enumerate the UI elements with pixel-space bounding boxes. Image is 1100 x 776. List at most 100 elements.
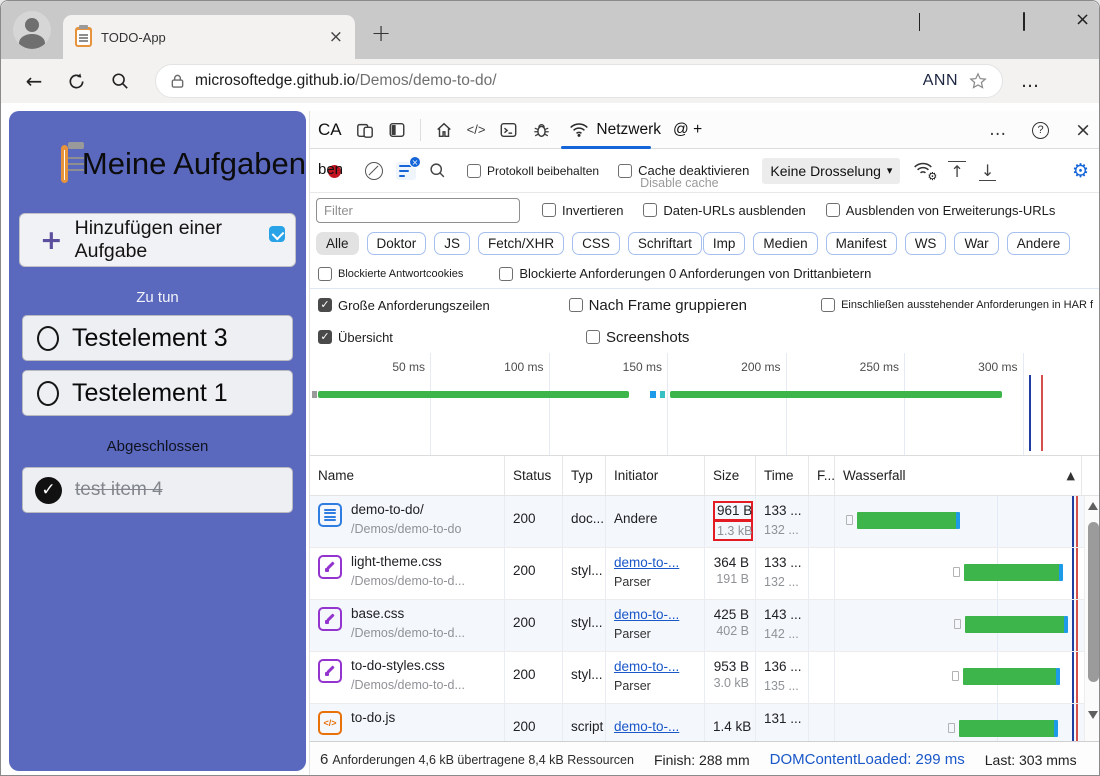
devtools-more-menu-icon[interactable]: … [989,120,1006,140]
column-header-f[interactable]: F... [809,456,835,495]
filter-input[interactable] [316,198,520,223]
blocked-checkbox[interactable]: Blockierte Anforderungen 0 Anforderungen… [499,266,871,281]
column-header-typ[interactable]: Typ [563,456,606,495]
filter-chip-alle[interactable]: Alle [316,232,359,255]
network-option-checkbox[interactable]: Nach Frame gruppieren [569,297,813,314]
filter-chip-manifest[interactable]: Manifest [826,232,897,255]
sort-arrow-icon[interactable]: ▲ [1067,469,1075,482]
request-row[interactable]: base.css/Demos/demo-to-d...200styl...dem… [310,600,1100,652]
browser-tab[interactable]: TODO-App × [63,15,355,59]
filter-option-checkbox[interactable]: Invertieren [542,203,623,218]
done-list-item[interactable]: ✓test item 4 [22,467,293,513]
maximize-button[interactable] [1023,12,1025,31]
scroll-up-icon[interactable] [1088,502,1098,510]
request-name[interactable]: light-theme.css [351,554,465,569]
disable-cache-checkbox[interactable]: Cache deaktivieren Disable cache [618,163,749,178]
table-scrollbar[interactable] [1084,496,1100,741]
waterfall-bar[interactable] [959,720,1055,737]
waterfall-bar[interactable] [963,668,1057,685]
browser-menu-button[interactable]: … [1021,71,1040,92]
clear-icon[interactable] [365,162,383,180]
todo-circle-icon[interactable] [37,381,59,406]
filter-chip-ws[interactable]: WS [905,232,947,255]
network-conditions-icon[interactable]: ⚙ [913,162,935,180]
more-tabs-glitch[interactable]: @ + [673,121,702,139]
device-emulation-icon[interactable] [356,121,374,139]
help-icon[interactable]: ? [1032,122,1049,139]
filter-option-checkbox[interactable]: Ausblenden von Erweiterungs-URLs [826,203,1056,218]
filter-toggle-icon[interactable]: × [396,162,416,180]
url-bar[interactable]: microsoftedge.github.io/Demos/demo-to-do… [155,64,1003,98]
record-button[interactable]: ben [318,161,352,181]
new-tab-button[interactable]: + [371,19,391,47]
console-icon[interactable] [499,121,518,139]
initiator-link[interactable]: demo-to-... [614,555,698,570]
todo-list-item[interactable]: Testelement 1 [22,370,293,416]
favorite-star-icon[interactable] [968,71,988,91]
filter-chip-andere[interactable]: Andere [1007,232,1071,255]
blocked-checkbox[interactable]: Blockierte Antwortcookies [318,267,463,281]
profile-avatar[interactable] [13,11,51,49]
waterfall-bar[interactable] [965,616,1065,633]
waterfall-bar[interactable] [964,564,1060,581]
initiator-link[interactable]: demo-to-... [614,719,698,734]
network-search-icon[interactable] [429,162,446,179]
column-header-time[interactable]: Time [756,456,809,495]
network-settings-gear-icon[interactable]: ⚙ [1072,160,1089,182]
request-name[interactable]: to-do-styles.css [351,658,465,673]
request-row[interactable]: demo-to-do//Demos/demo-to-do200doc...And… [310,496,1100,548]
filter-chip-doktor[interactable]: Doktor [367,232,427,255]
filter-chip-schriftart[interactable]: Schriftart [628,232,702,255]
request-name[interactable]: to-do.js [351,710,395,725]
scrollbar-thumb[interactable] [1088,522,1099,682]
request-row[interactable]: </>to-do.js200scriptdemo-to-...1.4 kB131… [310,704,1100,741]
filter-chip-war[interactable]: War [954,232,998,255]
column-header-name[interactable]: Name [310,456,505,495]
filter-chip-medien[interactable]: Medien [753,232,817,255]
window-close-button[interactable]: × [1075,13,1089,27]
checkmark-icon[interactable]: ✓ [35,477,62,504]
column-header-status[interactable]: Status [505,456,563,495]
dock-side-icon[interactable] [388,121,406,139]
har-export-button[interactable]: ↓ [979,161,996,181]
profile-name[interactable]: ANN [923,72,958,90]
back-button[interactable]: ← [23,69,45,93]
inspect-tool-glitch[interactable]: CA [318,120,342,140]
network-option-checkbox[interactable]: ✓Übersicht [318,330,578,345]
request-name[interactable]: demo-to-do/ [351,502,461,517]
column-header-size[interactable]: Size [705,456,756,495]
preserve-log-checkbox[interactable]: Protokoll beibehalten [467,164,599,178]
filter-chip-imp[interactable]: Imp [703,232,746,255]
request-row[interactable]: to-do-styles.css/Demos/demo-to-d...200st… [310,652,1100,704]
todo-circle-icon[interactable] [37,326,59,351]
filter-option-checkbox[interactable]: Daten-URLs ausblenden [643,203,805,218]
initiator-link[interactable]: demo-to-... [614,659,698,674]
network-option-checkbox[interactable]: Screenshots [586,329,848,346]
scroll-down-icon[interactable] [1088,711,1098,719]
har-import-button[interactable]: ↑ [948,161,965,181]
add-task-button[interactable]: + Hinzufügen einer Aufgabe [19,213,296,267]
search-button[interactable] [111,72,133,90]
network-option-checkbox[interactable]: ✓Große Anforderungszeilen [318,298,561,313]
devtools-close-icon[interactable]: × [1075,119,1091,141]
tab-search-chevron-icon[interactable] [919,13,920,31]
filter-chip-css[interactable]: CSS [572,232,620,255]
elements-code-icon[interactable]: </> [467,122,486,137]
debugger-bug-icon[interactable] [532,121,551,139]
request-name[interactable]: base.css [351,606,465,621]
initiator-link[interactable]: demo-to-... [614,607,698,622]
todo-list-item[interactable]: Testelement 3 [22,315,293,361]
refresh-button[interactable] [67,72,89,91]
throttling-select[interactable]: Keine Drosselung ▾ [762,158,900,184]
filter-chip-fetch-xhr[interactable]: Fetch/XHR [478,232,564,255]
network-overview-timeline[interactable]: 50 ms100 ms150 ms200 ms250 ms300 ms [310,353,1100,456]
waterfall-bar[interactable] [857,512,957,529]
tab-close-icon[interactable]: × [329,27,343,47]
filter-chip-js[interactable]: JS [434,232,470,255]
request-row[interactable]: light-theme.css/Demos/demo-to-d...200sty… [310,548,1100,600]
network-option-checkbox[interactable]: Einschließen ausstehender Anforderungen … [821,298,1093,312]
column-header-wasserfall[interactable]: Wasserfall [835,456,1082,495]
tab-network[interactable]: Netzwerk [565,111,665,149]
welcome-home-icon[interactable] [435,121,453,139]
column-header-initiator[interactable]: Initiator [606,456,705,495]
